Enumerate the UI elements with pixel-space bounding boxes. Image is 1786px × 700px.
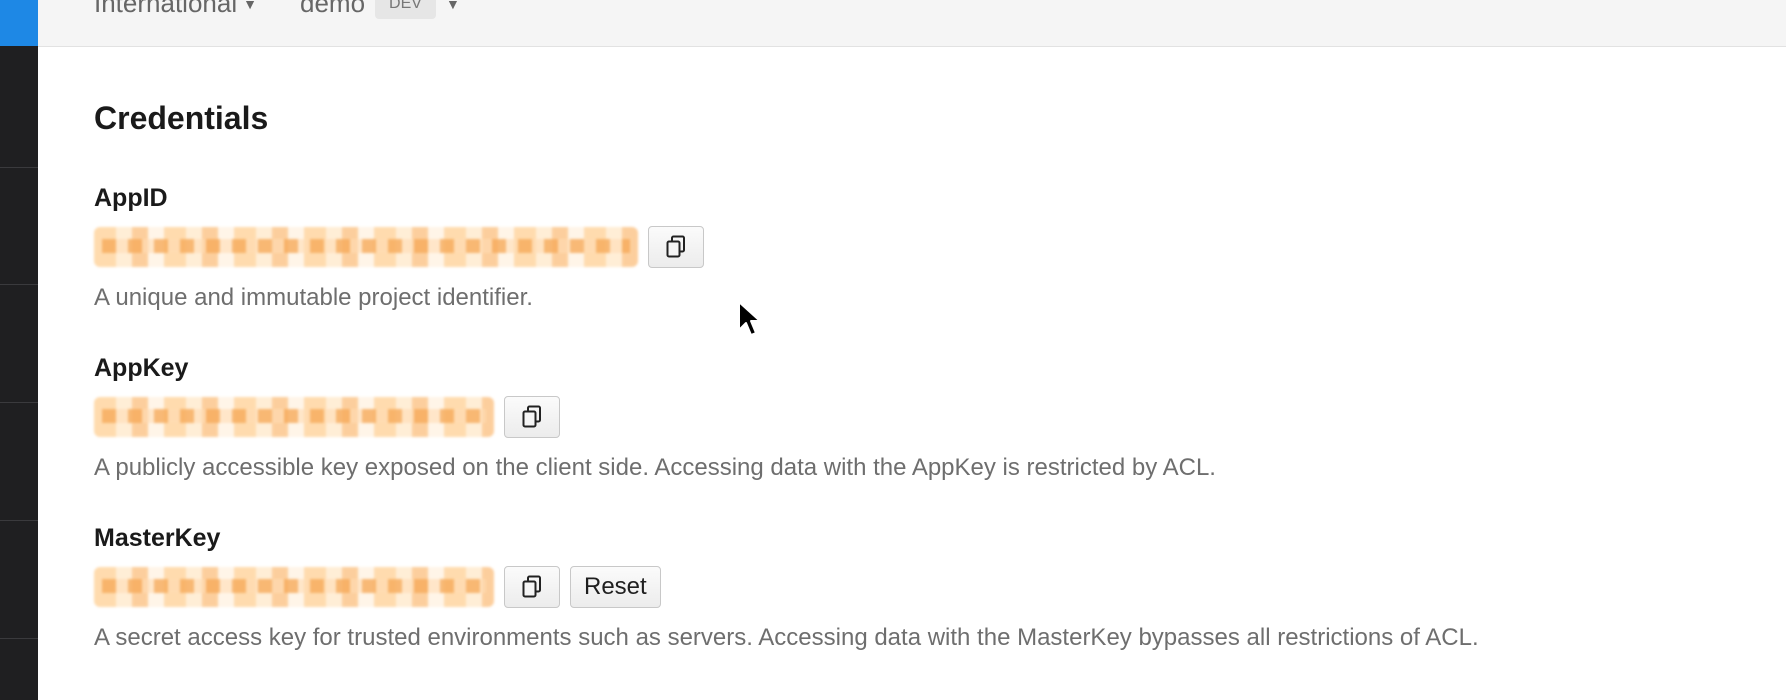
value-row: Reset — [94, 565, 1694, 609]
sidebar-divider — [0, 167, 38, 168]
field-description: A unique and immutable project identifie… — [94, 284, 533, 311]
page-title: Credentials — [94, 100, 269, 136]
field-label: AppKey — [94, 354, 189, 382]
top-bar: International ▼ demo DEV ▼ — [38, 0, 1786, 47]
value-row — [94, 395, 1694, 439]
sidebar-active-indicator — [0, 0, 38, 46]
credential-appid: AppID A unique and immutable project ide… — [94, 183, 1694, 313]
copy-button[interactable] — [504, 566, 560, 608]
app-name: demo — [300, 0, 366, 18]
field-description: A secret access key for trusted environm… — [94, 624, 1479, 651]
appid-value-redacted — [94, 227, 638, 267]
field-label: MasterKey — [94, 524, 221, 552]
app-selector[interactable]: demo DEV ▼ — [300, 0, 460, 19]
region-label: International — [94, 0, 238, 18]
caret-down-icon: ▼ — [243, 0, 257, 12]
mouse-cursor-icon — [738, 301, 761, 336]
credential-appkey: AppKey A publicly accessible key exposed… — [94, 353, 1694, 483]
sidebar-divider — [0, 638, 38, 639]
copy-button[interactable] — [504, 396, 560, 438]
copy-icon — [666, 235, 685, 258]
credential-masterkey: MasterKey Reset A secret access key for … — [94, 523, 1694, 653]
field-description: A publicly accessible key exposed on the… — [94, 454, 1216, 481]
copy-icon — [522, 575, 541, 598]
sidebar-divider — [0, 284, 38, 285]
value-row — [94, 225, 1694, 269]
region-selector[interactable]: International ▼ — [94, 0, 257, 19]
sidebar-divider — [0, 520, 38, 521]
copy-icon — [522, 405, 541, 428]
masterkey-value-redacted — [94, 567, 494, 607]
env-badge: DEV — [375, 0, 436, 19]
caret-down-icon: ▼ — [445, 0, 460, 12]
reset-button[interactable]: Reset — [570, 566, 661, 608]
field-label: AppID — [94, 184, 168, 212]
sidebar-divider — [0, 402, 38, 403]
sidebar — [0, 0, 38, 700]
copy-button[interactable] — [648, 226, 704, 268]
appkey-value-redacted — [94, 397, 494, 437]
